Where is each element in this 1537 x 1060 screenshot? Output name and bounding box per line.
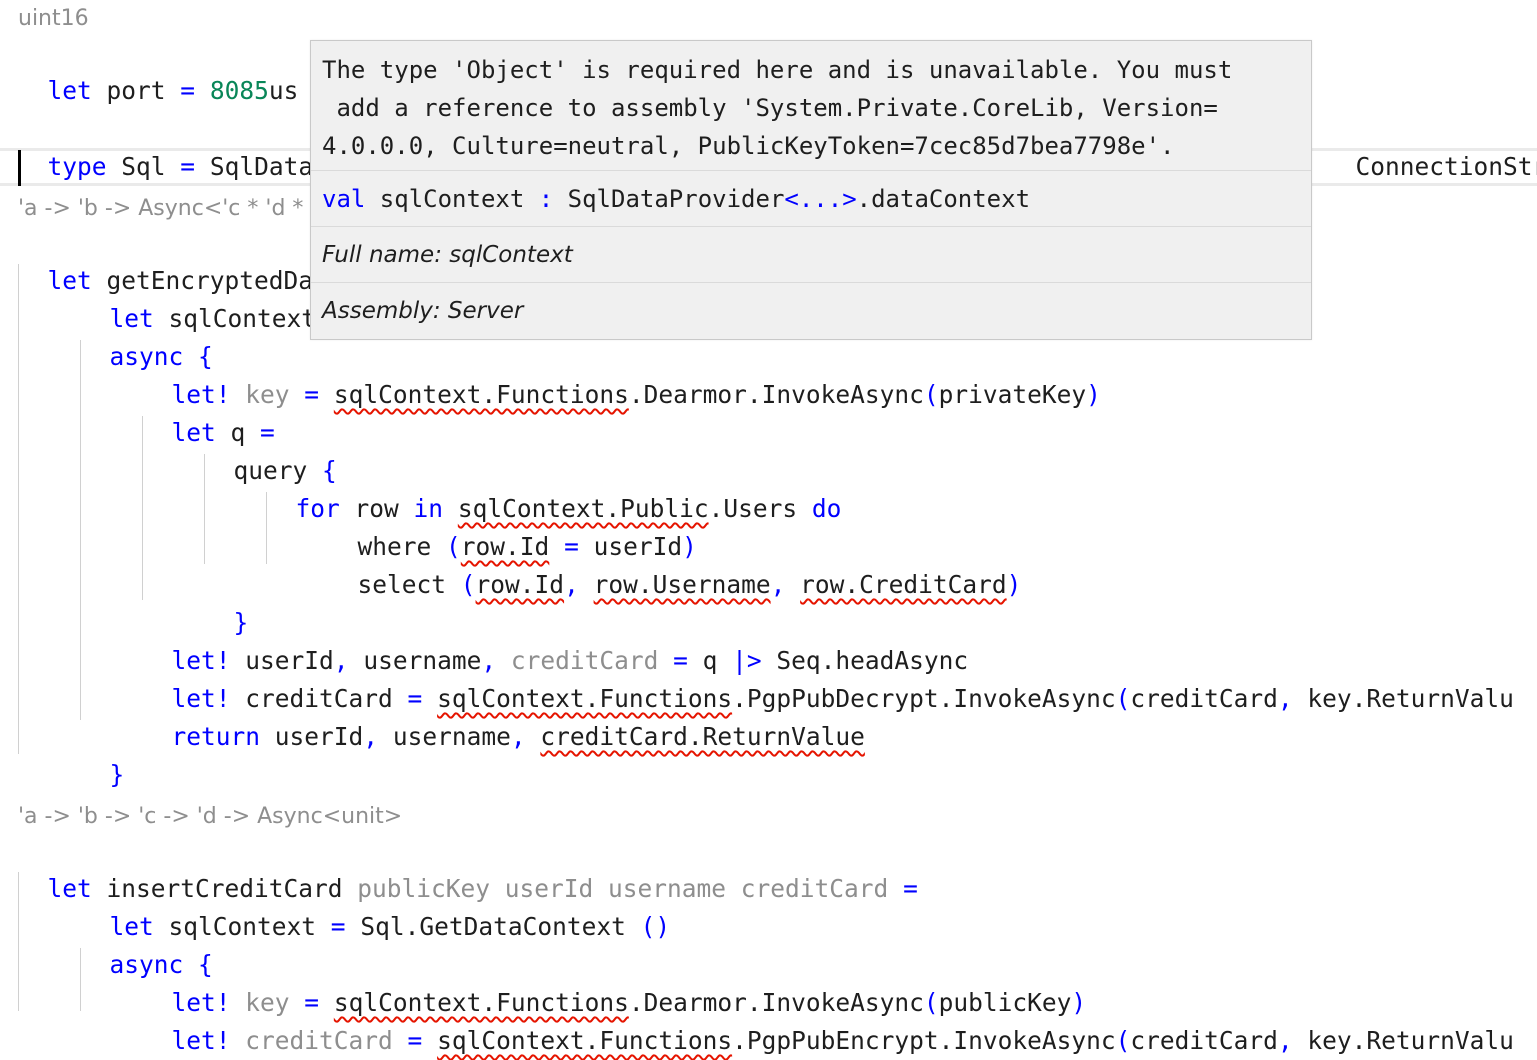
hover-tooltip[interactable]: The type 'Object' is required here and i… <box>310 40 1312 340</box>
argument: creditCard <box>1130 1026 1278 1055</box>
operator: = <box>330 912 346 941</box>
code-line[interactable]: let insertCreditCard publicKey userId us… <box>18 832 918 903</box>
keyword: val <box>322 185 366 213</box>
code-line[interactable]: let! userId, username, creditCard = q |>… <box>142 604 969 675</box>
comma: , <box>1277 684 1293 713</box>
error-squiggle-expression[interactable]: creditCard.ReturnValue <box>540 722 865 751</box>
code-line[interactable]: let getEncryptedDat <box>18 224 328 295</box>
paren: ( <box>923 380 939 409</box>
code-line-tail[interactable]: ConnectionStri <box>1326 110 1537 181</box>
argument: key.ReturnValu <box>1292 1026 1514 1055</box>
operator: = <box>407 1026 423 1055</box>
paren: ( <box>1115 1026 1131 1055</box>
code-line[interactable]: } <box>80 718 125 789</box>
code-line[interactable]: select (row.Id, row.Username, row.Credit… <box>328 528 1022 599</box>
identifier: sqlContext <box>365 185 539 213</box>
number-suffix: us <box>268 76 299 105</box>
code-line[interactable]: let! key = sqlContext.Functions.Dearmor.… <box>142 338 1101 409</box>
colon: : <box>538 185 554 213</box>
number-literal: 8085 <box>209 76 269 105</box>
code-line[interactable]: let sqlContext <box>80 262 317 333</box>
comma: , <box>363 722 379 751</box>
type-member: .dataContext <box>856 185 1031 213</box>
tooltip-error-message: The type 'Object' is required here and i… <box>311 41 1311 171</box>
identifier-unused: creditCard <box>230 1026 408 1055</box>
paren: ) <box>1086 380 1101 409</box>
type-name: SqlDataProvider <box>553 185 785 213</box>
keyword: let <box>47 76 92 105</box>
brace: } <box>109 760 125 789</box>
operator: = <box>903 874 918 903</box>
indent-guide <box>80 340 81 720</box>
paren: ) <box>1006 570 1022 599</box>
codelens-type[interactable]: uint16 <box>18 4 89 34</box>
comma: , <box>1277 1026 1293 1055</box>
paren: ( <box>1115 684 1131 713</box>
operator: = <box>304 380 320 409</box>
code-line[interactable]: } <box>204 566 249 637</box>
identifier: select <box>357 570 461 599</box>
codelens-signature[interactable]: 'a -> 'b -> 'c -> 'd -> Async<unit> <box>18 802 402 832</box>
identifier: username <box>378 722 511 751</box>
argument: creditCard <box>1130 684 1278 713</box>
tooltip-message-line: add a reference to assembly 'System.Priv… <box>322 94 1218 122</box>
comma: , <box>510 722 526 751</box>
member-access: .Dearmor.InvokeAsync <box>628 380 924 409</box>
comma: , <box>770 570 786 599</box>
keyword: do <box>811 494 842 523</box>
code-line[interactable]: async { <box>80 300 213 371</box>
code-line[interactable]: async { <box>80 908 213 979</box>
tooltip-message-line: The type 'Object' is required here and i… <box>322 56 1233 84</box>
tooltip-message-line: 4.0.0.0, Culture=neutral, PublicKeyToken… <box>322 132 1175 160</box>
argument: key.ReturnValu <box>1292 684 1514 713</box>
identifier: port <box>91 76 181 105</box>
keyword: let! <box>171 1026 231 1055</box>
code-line[interactable]: let sqlContext = Sql.GetDataContext () <box>80 870 671 941</box>
type-expression: SqlDataP <box>195 152 328 181</box>
argument: privateKey <box>938 380 1087 409</box>
tooltip-full-name: Full name: sqlContext <box>311 227 1311 283</box>
comma: , <box>564 570 579 599</box>
member-access: Sql.GetDataContext <box>345 912 641 941</box>
code-line[interactable]: let! creditCard = sqlContext.Functions.P… <box>142 984 1514 1055</box>
keyword: return <box>171 722 261 751</box>
code-line[interactable]: let q = <box>142 376 275 447</box>
code-line[interactable]: query { <box>204 414 337 485</box>
operator: = <box>180 76 196 105</box>
error-squiggle-expression[interactable]: sqlContext.Functions <box>334 380 629 409</box>
identifier: Sql <box>106 152 181 181</box>
error-squiggle-expression[interactable]: row.Username <box>594 570 771 599</box>
member-access: .PgpPubEncrypt.InvokeAsync <box>732 1026 1116 1055</box>
codelens-signature[interactable]: 'a -> 'b -> Async<'c * 'd * <box>18 194 303 224</box>
operator: = <box>180 152 196 181</box>
code-line[interactable]: type Sql = SqlDataP <box>18 110 328 181</box>
tooltip-assembly: Assembly: Server <box>322 298 524 324</box>
code-line[interactable]: return userId, username, creditCard.Retu… <box>142 680 865 751</box>
member-access: .Users <box>708 494 812 523</box>
error-squiggle-expression[interactable]: row.Id <box>476 570 565 599</box>
indent-guide <box>18 264 19 754</box>
error-squiggle-expression[interactable]: sqlContext.Functions <box>437 1026 732 1055</box>
code-line[interactable]: where (row.Id = userId) <box>328 490 697 561</box>
keyword: type <box>47 152 107 181</box>
code-line[interactable]: for row in sqlContext.Public.Users do <box>266 452 842 523</box>
error-squiggle-expression[interactable]: row.CreditCard <box>800 570 1007 599</box>
identifier: ConnectionStri <box>1355 152 1537 181</box>
identifier: userId <box>260 722 364 751</box>
unit-literal: () <box>640 912 671 941</box>
code-line[interactable]: let! creditCard = sqlContext.Functions.P… <box>142 642 1514 713</box>
code-line[interactable]: let! key = sqlContext.Functions.Dearmor.… <box>142 946 1087 1017</box>
generic-args: <...> <box>784 185 857 213</box>
code-line[interactable]: let port = 8085us <box>18 34 299 105</box>
tooltip-signature: val sqlContext : SqlDataProvider<...>.da… <box>311 171 1311 227</box>
paren: ( <box>460 570 476 599</box>
